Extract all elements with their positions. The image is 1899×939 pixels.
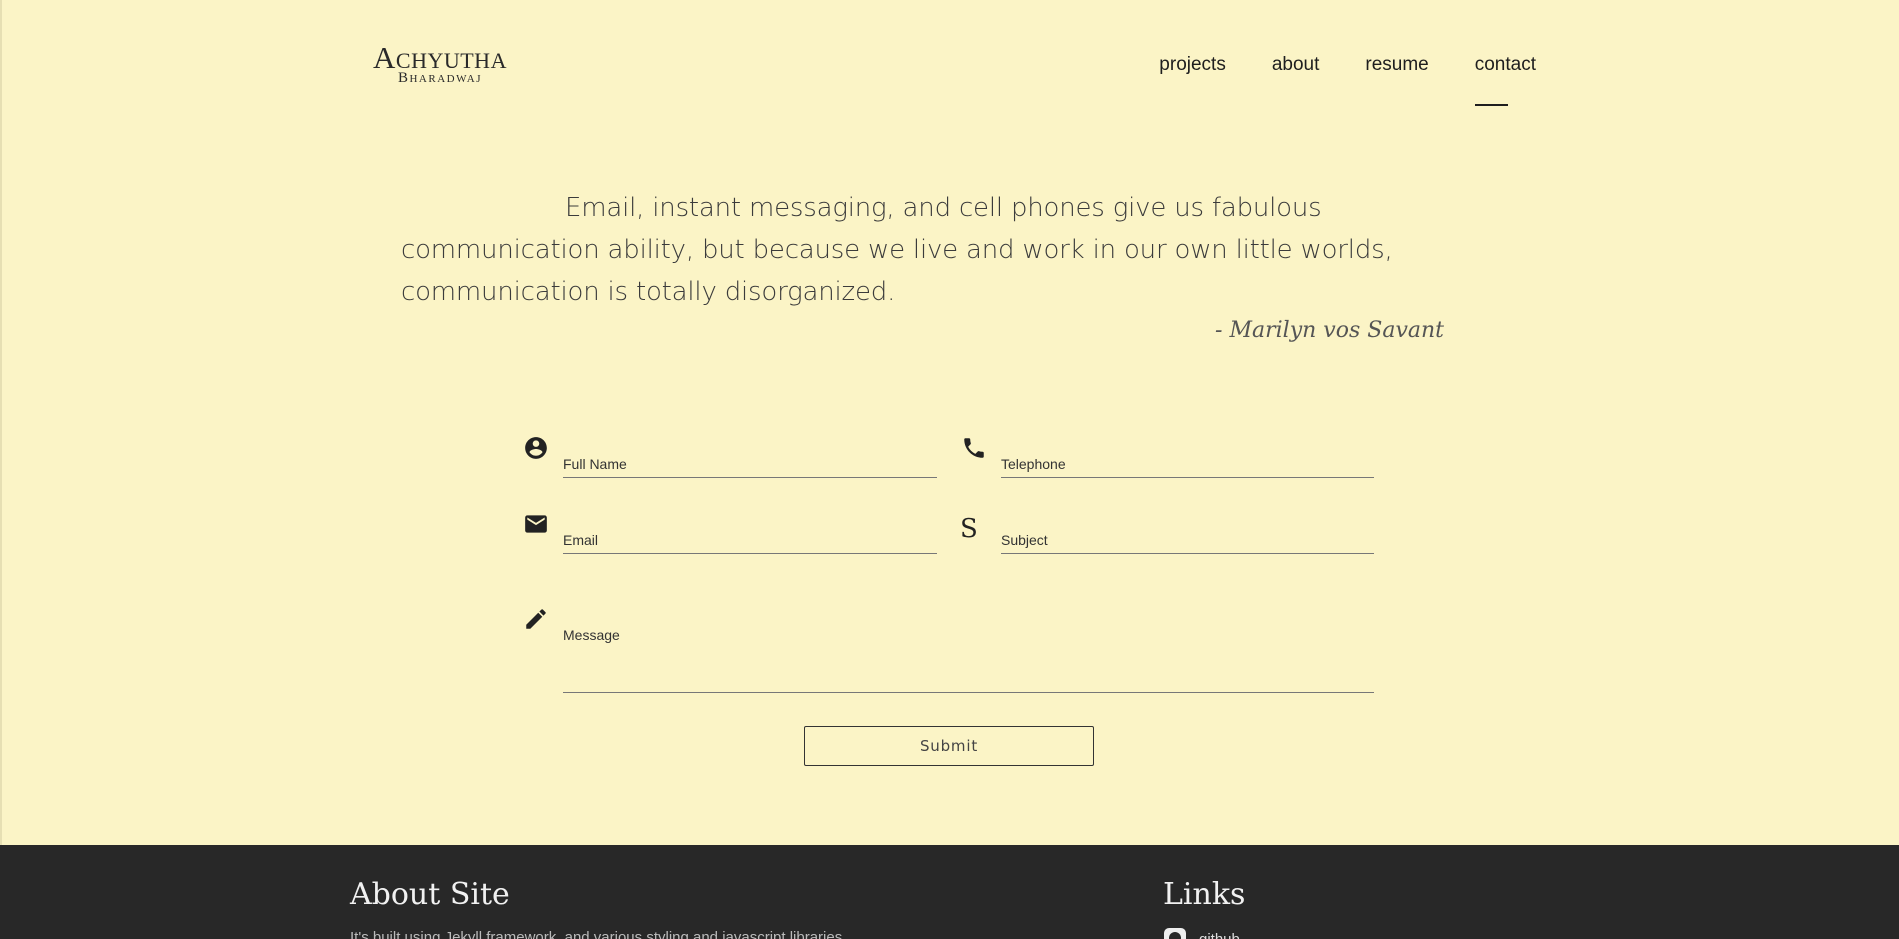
site-footer: About Site It's built using Jekyll frame… xyxy=(0,845,1899,939)
links-heading: Links xyxy=(1163,877,1246,912)
page-edge xyxy=(0,0,2,845)
about-site-text: It's built using Jekyll framework, and v… xyxy=(350,929,847,939)
telephone-input[interactable]: Telephone xyxy=(1001,445,1374,478)
account-circle-icon xyxy=(523,435,549,461)
subject-placeholder: Subject xyxy=(1001,532,1048,548)
github-label: github xyxy=(1199,930,1240,939)
pencil-icon xyxy=(523,606,549,632)
nav-resume[interactable]: resume xyxy=(1365,54,1428,76)
about-site-heading: About Site xyxy=(350,877,510,912)
message-placeholder: Message xyxy=(563,627,620,643)
nav-contact[interactable]: contact xyxy=(1474,54,1536,106)
full-name-placeholder: Full Name xyxy=(563,456,627,472)
github-icon xyxy=(1163,927,1187,939)
telephone-placeholder: Telephone xyxy=(1001,456,1066,472)
email-placeholder: Email xyxy=(563,532,599,548)
message-textarea[interactable]: Message xyxy=(563,616,1374,693)
site-logo[interactable]: Achyutha Bharadwaj xyxy=(355,42,525,86)
mail-icon xyxy=(523,511,549,537)
phone-icon xyxy=(961,435,987,461)
submit-button[interactable]: Submit xyxy=(804,726,1094,766)
nav-projects[interactable]: projects xyxy=(1159,54,1226,76)
email-input[interactable]: Email xyxy=(563,521,937,554)
quote-text: Email, instant messaging, and cell phone… xyxy=(401,193,1393,307)
nav-about[interactable]: about xyxy=(1272,54,1320,76)
subject-icon: S xyxy=(960,514,978,544)
subject-input[interactable]: Subject xyxy=(1001,521,1374,554)
main-nav: projects about resume contact xyxy=(1113,54,1536,106)
full-name-input[interactable]: Full Name xyxy=(563,445,937,478)
quote-author: - Marilyn vos Savant xyxy=(1215,318,1444,343)
logo-name: Achyutha xyxy=(373,40,507,75)
github-link[interactable]: github xyxy=(1163,927,1240,939)
